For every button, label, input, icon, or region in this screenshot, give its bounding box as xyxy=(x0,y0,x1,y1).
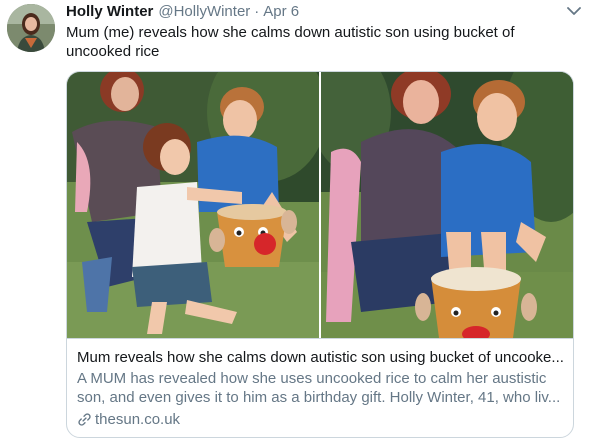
link-card[interactable]: Mum reveals how she calms down autistic … xyxy=(66,71,574,438)
card-photo-right xyxy=(321,72,573,338)
card-domain[interactable]: thesun.co.uk xyxy=(77,410,565,429)
card-domain-label[interactable]: thesun.co.uk xyxy=(95,410,180,429)
card-title[interactable]: Mum reveals how she calms down autistic … xyxy=(77,348,565,367)
card-photos xyxy=(67,72,573,339)
avatar[interactable] xyxy=(7,4,55,52)
chevron-down-icon[interactable] xyxy=(567,6,581,16)
tweet-header: Holly Winter @HollyWinter · Apr 6 xyxy=(66,3,299,23)
author-handle[interactable]: @HollyWinter xyxy=(158,3,250,20)
tweet[interactable]: Holly Winter @HollyWinter · Apr 6 Mum (m… xyxy=(0,0,595,447)
card-photo-left xyxy=(67,72,319,338)
author-name[interactable]: Holly Winter xyxy=(66,3,153,20)
card-description: A MUM has revealed how she uses uncooked… xyxy=(77,370,561,406)
tweet-text: Mum (me) reveals how she calms down auti… xyxy=(66,24,515,60)
scrollbar[interactable] xyxy=(591,0,595,447)
card-text: Mum reveals how she calms down autistic … xyxy=(77,348,565,429)
link-icon xyxy=(78,413,91,426)
avatar-image xyxy=(7,4,55,52)
tweet-date[interactable]: Apr 6 xyxy=(263,3,299,20)
separator-dot: · xyxy=(254,3,260,20)
